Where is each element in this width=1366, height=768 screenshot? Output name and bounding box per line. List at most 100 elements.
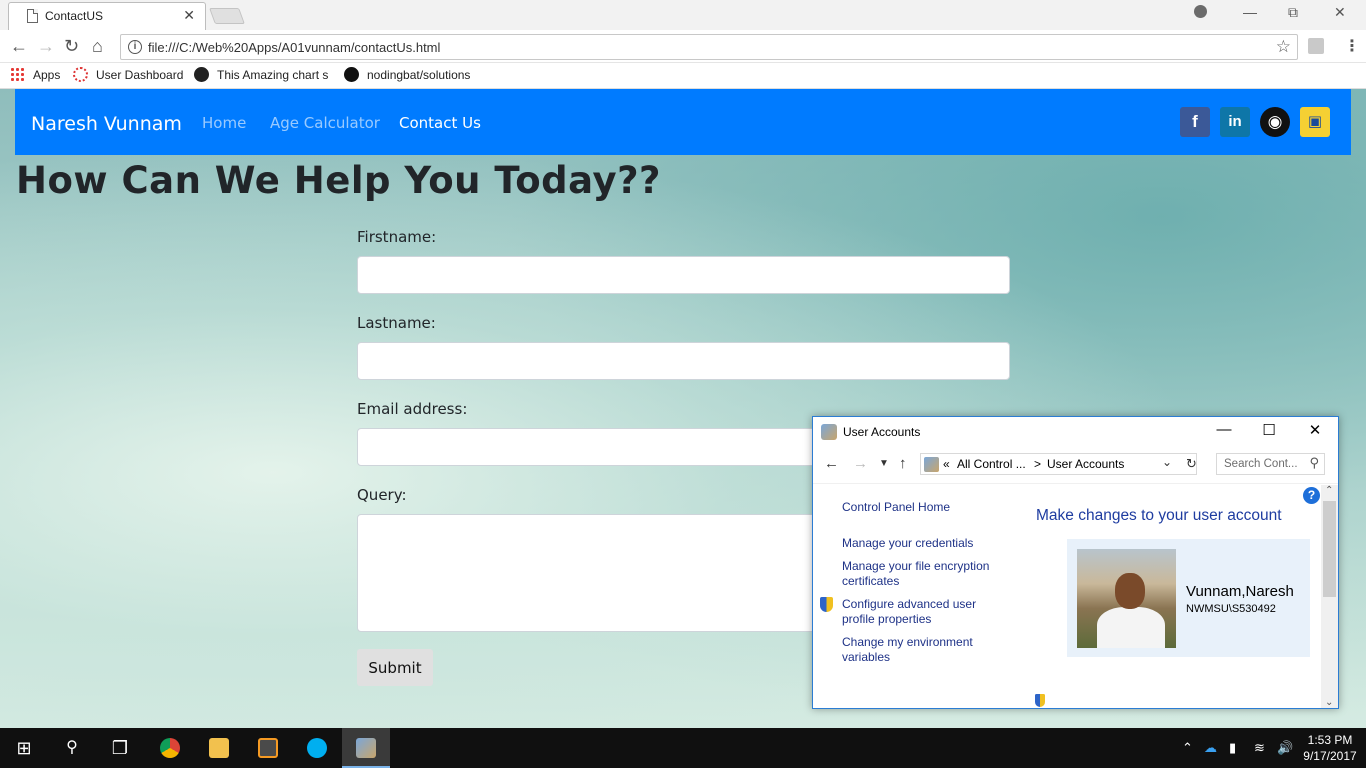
start-button[interactable]: ⊞ [0,728,48,768]
search-icon: ⚲ [1309,455,1319,470]
chart-site-icon [194,67,209,82]
close-window-button[interactable]: ✕ [1334,4,1346,21]
address-bar[interactable]: i file:///C:/Web%20Apps/A01vunnam/contac… [120,34,1298,60]
avatar-shirt [1097,607,1165,648]
ua-heading: Make changes to your user account [1036,507,1282,524]
back-button[interactable]: ← [10,36,28,56]
link-control-panel-home[interactable]: Control Panel Home [842,500,1002,515]
github-bookmark-icon [344,67,359,82]
ua-back-button[interactable]: ← [824,455,839,472]
taskbar: ⊞ ⚲ ❐ ⌃ ☁ ▮ ≋ 🔊 1:53 PM 9/17/2017 [0,728,1366,768]
ua-forward-button[interactable]: → [853,455,868,472]
user-account-id: NWMSU\S530492 [1186,603,1276,615]
user-avatar[interactable] [1077,549,1176,648]
taskbar-file-explorer[interactable] [195,728,243,768]
restore-button[interactable]: ⧉ [1288,4,1298,21]
ua-divider [813,483,1338,484]
extension-icon[interactable] [1308,38,1324,54]
info-icon[interactable]: i [128,40,142,54]
minimize-button[interactable]: — [1243,4,1257,20]
sublime-icon [258,738,278,758]
control-panel-icon [924,457,939,472]
ua-address-bar[interactable]: « All Control ... > User Accounts ⌄ [920,453,1197,475]
bookmark-apps[interactable]: Apps [33,68,60,82]
user-account-card: Vunnam,Naresh NWMSU\S530492 [1067,539,1310,657]
facebook-icon[interactable]: f [1180,107,1210,137]
taskbar-user-accounts[interactable] [342,728,390,768]
tab-title: ContactUS [45,9,104,23]
task-view-icon[interactable]: ❐ [96,728,144,768]
avatar-face [1115,573,1145,609]
new-tab-button[interactable] [209,8,245,24]
user-display-name: Vunnam,Naresh [1186,583,1294,600]
profile-icon[interactable] [1194,5,1207,18]
crumb-separator[interactable]: > [1034,457,1041,471]
clock-date: 9/17/2017 [1303,749,1357,763]
submit-button[interactable]: Submit [357,649,433,686]
link-file-encryption[interactable]: Manage your file encryption certificates [842,559,1002,589]
wifi-icon[interactable]: ≋ [1254,740,1265,756]
nav-contact-us[interactable]: Contact Us [399,114,481,132]
ua-search-placeholder: Search Cont... [1224,458,1298,470]
link-manage-credentials[interactable]: Manage your credentials [842,536,1002,551]
bookmark-user-dashboard[interactable]: User Dashboard [96,68,183,82]
link-advanced-profile[interactable]: Configure advanced user profile properti… [842,597,987,627]
github-icon[interactable]: ◉ [1260,107,1290,137]
firstname-input[interactable] [357,256,1010,294]
email-label: Email address: [357,400,468,418]
bookmark-star-icon[interactable]: ☆ [1276,37,1291,57]
link-environment-variables[interactable]: Change my environment variables [842,635,992,665]
system-clock[interactable]: 1:53 PM 9/17/2017 [1300,732,1360,764]
profile-badge-icon[interactable]: ▣ [1300,107,1330,137]
bookmark-amazing-chart[interactable]: This Amazing chart sl [217,68,329,82]
nav-home[interactable]: Home [202,114,246,132]
url-text[interactable]: file:///C:/Web%20Apps/A01vunnam/contactU… [148,40,440,55]
ua-search-box[interactable]: Search Cont... ⚲ [1216,453,1325,475]
taskbar-skype[interactable] [293,728,341,768]
ua-maximize-button[interactable]: ☐ [1254,421,1284,439]
reload-button[interactable]: ↻ [64,36,79,56]
crumb-overflow[interactable]: « [943,457,950,471]
crumb-user-accounts[interactable]: User Accounts [1047,457,1124,471]
linkedin-icon[interactable]: in [1220,107,1250,137]
scroll-down-icon[interactable]: ⌄ [1325,697,1333,708]
onedrive-icon[interactable]: ☁ [1204,740,1217,756]
browser-menu-button[interactable]: ⋮ [1344,36,1360,56]
site-brand[interactable]: Naresh Vunnam [31,113,182,135]
query-label: Query: [357,486,407,504]
bookmark-codingbat[interactable]: nodingbat/solutions [367,68,479,82]
folder-icon [209,738,229,758]
chevron-down-icon[interactable]: ⌄ [1162,455,1172,469]
taskbar-sublime[interactable] [244,728,292,768]
chrome-icon [160,738,180,758]
home-button[interactable]: ⌂ [92,36,103,56]
nav-age-calculator[interactable]: Age Calculator [270,114,380,132]
search-icon[interactable]: ⚲ [48,728,96,768]
help-icon[interactable]: ? [1303,487,1320,504]
bookmarks-bar: Apps User Dashboard This Amazing chart s… [0,63,1366,89]
tab-strip: ContactUS ✕ — ⧉ ✕ [0,0,1366,30]
ua-refresh-button[interactable]: ↻ [1186,456,1197,472]
crumb-all-control[interactable]: All Control ... [957,457,1026,471]
ua-close-button[interactable]: ✕ [1300,421,1330,439]
tab-close-button[interactable]: ✕ [183,7,195,24]
clock-time: 1:53 PM [1307,733,1353,747]
ua-up-button[interactable]: ↑ [899,455,907,472]
volume-icon[interactable]: 🔊 [1277,740,1293,756]
page-icon [27,9,38,23]
forward-button[interactable]: → [37,36,55,56]
battery-icon[interactable]: ▮ [1229,740,1236,756]
taskbar-chrome[interactable] [146,728,194,768]
firstname-label: Firstname: [357,228,437,246]
scroll-thumb[interactable] [1323,501,1336,597]
ua-recent-dropdown[interactable]: ▼ [879,458,889,469]
ua-title-bar[interactable]: User Accounts — ☐ ✕ [813,417,1338,447]
lastname-input[interactable] [357,342,1010,380]
apps-grid-icon[interactable] [10,67,24,81]
user-accounts-icon [356,738,376,758]
show-hidden-icons[interactable]: ⌃ [1182,740,1193,756]
ua-scrollbar[interactable]: ⌃ ⌄ [1321,485,1338,708]
scroll-up-icon[interactable]: ⌃ [1325,485,1333,496]
ua-minimize-button[interactable]: — [1209,421,1239,438]
browser-tab[interactable]: ContactUS ✕ [8,2,206,30]
